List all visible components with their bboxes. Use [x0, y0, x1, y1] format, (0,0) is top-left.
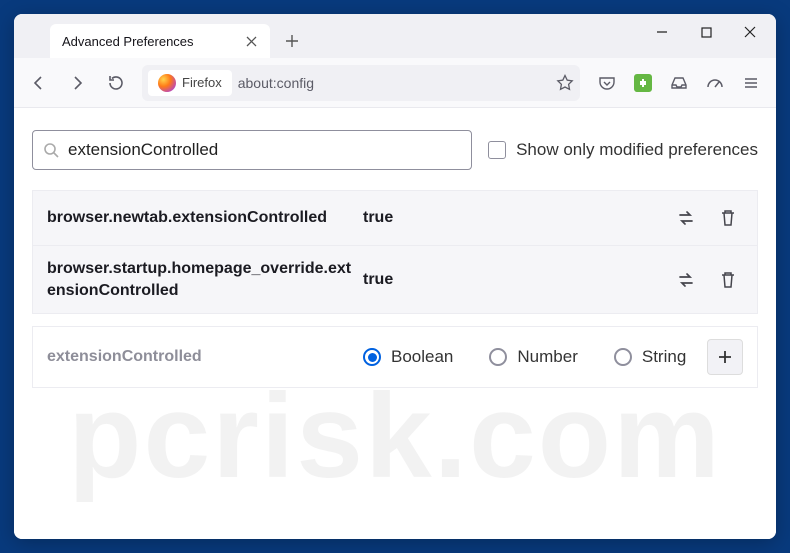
window-controls	[640, 14, 776, 58]
delete-icon[interactable]	[713, 203, 743, 233]
show-only-modified-checkbox[interactable]: Show only modified preferences	[488, 140, 758, 160]
show-only-modified-label: Show only modified preferences	[516, 140, 758, 160]
type-radios: Boolean Number String	[357, 347, 707, 367]
bookmark-star-icon[interactable]	[556, 74, 574, 92]
reload-button[interactable]	[98, 66, 132, 100]
close-tab-icon[interactable]	[242, 32, 260, 50]
search-value: extensionControlled	[68, 140, 218, 160]
pref-value: true	[357, 209, 671, 227]
search-input[interactable]: extensionControlled	[32, 130, 472, 170]
add-pref-row: extensionControlled Boolean Number Strin…	[33, 327, 757, 387]
title-bar: Advanced Preferences	[14, 14, 776, 58]
browser-window: Advanced Preferences	[14, 14, 776, 539]
radio-string[interactable]: String	[614, 347, 686, 367]
radio-label: Number	[517, 347, 577, 367]
minimize-button[interactable]	[640, 16, 684, 48]
menu-button[interactable]	[734, 66, 768, 100]
prefs-table: browser.newtab.extensionControlled true …	[32, 190, 758, 314]
delete-icon[interactable]	[713, 265, 743, 295]
pref-value: true	[357, 271, 671, 289]
row-actions	[671, 203, 743, 233]
checkbox-icon	[488, 141, 506, 159]
firefox-icon	[158, 74, 176, 92]
pref-row[interactable]: browser.newtab.extensionControlled true	[33, 191, 757, 246]
radio-label: Boolean	[391, 347, 453, 367]
radio-dot-icon	[363, 348, 381, 366]
radio-dot-icon	[614, 348, 632, 366]
toggle-icon[interactable]	[671, 203, 701, 233]
search-row: extensionControlled Show only modified p…	[32, 130, 758, 170]
radio-label: String	[642, 347, 686, 367]
nav-toolbar: Firefox about:config	[14, 58, 776, 108]
tab-advanced-preferences[interactable]: Advanced Preferences	[50, 24, 270, 58]
radio-dot-icon	[489, 348, 507, 366]
radio-boolean[interactable]: Boolean	[363, 347, 453, 367]
add-pref-table: extensionControlled Boolean Number Strin…	[32, 326, 758, 388]
maximize-button[interactable]	[684, 16, 728, 48]
toggle-icon[interactable]	[671, 265, 701, 295]
add-pref-name: extensionControlled	[47, 346, 357, 368]
toolbar-right	[590, 66, 768, 100]
back-button[interactable]	[22, 66, 56, 100]
close-window-button[interactable]	[728, 16, 772, 48]
url-text: about:config	[238, 75, 314, 91]
speedometer-icon[interactable]	[698, 66, 732, 100]
new-tab-button[interactable]	[276, 25, 308, 57]
inbox-icon[interactable]	[662, 66, 696, 100]
identity-label: Firefox	[182, 75, 222, 90]
about-config-content: extensionControlled Show only modified p…	[14, 108, 776, 539]
add-pref-button[interactable]	[707, 339, 743, 375]
radio-number[interactable]: Number	[489, 347, 577, 367]
row-actions	[671, 265, 743, 295]
pref-name: browser.newtab.extensionControlled	[47, 207, 357, 229]
extension-green-icon[interactable]	[626, 66, 660, 100]
tab-strip: Advanced Preferences	[14, 24, 640, 58]
pref-row[interactable]: browser.startup.homepage_override.extens…	[33, 246, 757, 313]
tab-title: Advanced Preferences	[62, 34, 194, 49]
pref-name: browser.startup.homepage_override.extens…	[47, 258, 357, 301]
pocket-icon[interactable]	[590, 66, 624, 100]
identity-box[interactable]: Firefox	[148, 70, 232, 96]
forward-button[interactable]	[60, 66, 94, 100]
url-bar[interactable]: Firefox about:config	[142, 65, 580, 101]
